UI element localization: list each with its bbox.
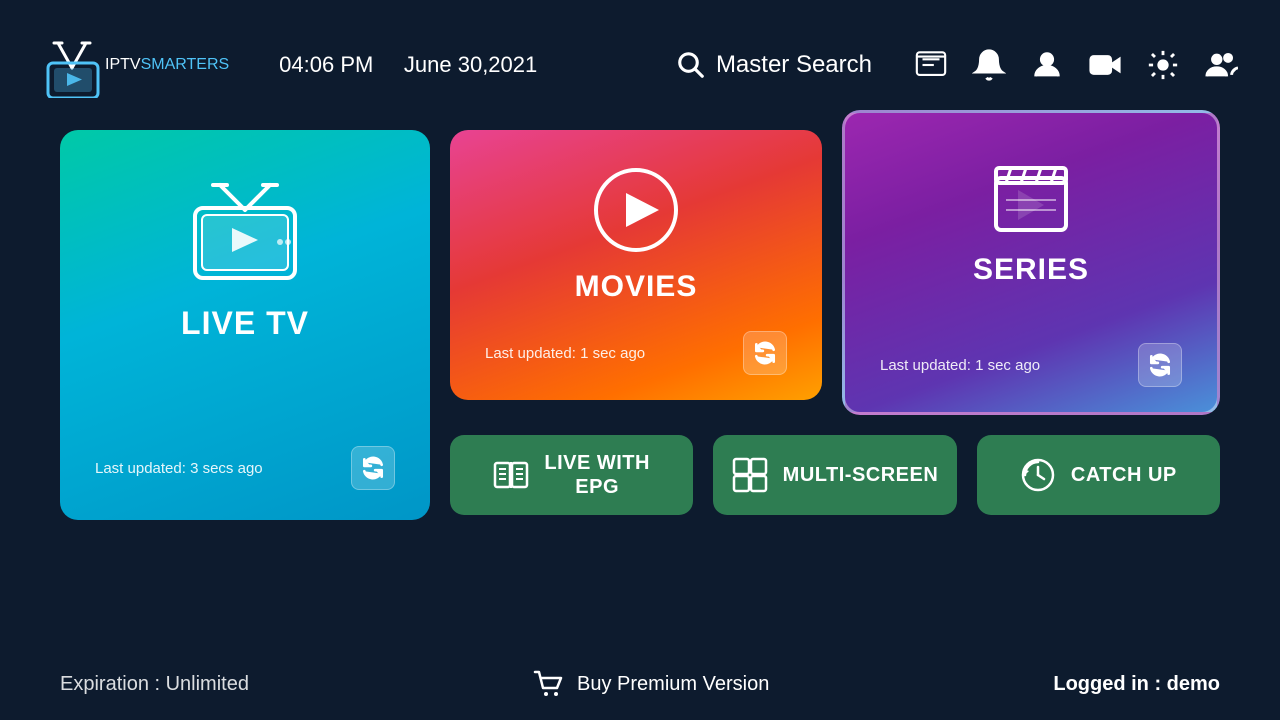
live-tv-icon <box>180 180 310 290</box>
multi-screen-icon <box>732 457 768 493</box>
live-tv-title: LIVE TV <box>181 305 309 342</box>
search-icon <box>676 50 706 80</box>
series-refresh-button[interactable] <box>1138 343 1182 387</box>
catch-up-icon <box>1020 457 1056 493</box>
settings-icon-button[interactable] <box>1144 46 1182 84</box>
notification-icon-button[interactable] <box>970 46 1008 84</box>
svg-text:REC: REC <box>1092 62 1107 70</box>
header-icons: REC <box>912 46 1240 84</box>
live-with-epg-button[interactable]: LIVE WITH EPG <box>450 435 693 515</box>
footer: Expiration : Unlimited Buy Premium Versi… <box>0 668 1280 700</box>
series-card[interactable]: SERIES Last updated: 1 sec ago <box>842 110 1220 415</box>
cards-row: LIVE TV Last updated: 3 secs ago <box>60 130 1220 520</box>
series-title: SERIES <box>973 253 1089 287</box>
datetime: 04:06 PM June 30,2021 <box>279 52 537 78</box>
buy-premium-button[interactable]: Buy Premium Version <box>533 668 769 700</box>
movies-title: MOVIES <box>575 270 698 304</box>
live-tv-icon-area: LIVE TV <box>180 180 310 342</box>
movies-card[interactable]: MOVIES Last updated: 1 sec ago <box>450 130 822 400</box>
cart-icon <box>533 668 565 700</box>
live-epg-icon <box>493 457 529 493</box>
live-tv-last-updated: Last updated: 3 secs ago <box>95 460 263 477</box>
logged-in-info: Logged in : demo <box>1053 673 1220 696</box>
multi-screen-label: MULTI-SCREEN <box>783 464 939 487</box>
movies-refresh-button[interactable] <box>743 331 787 375</box>
live-tv-footer: Last updated: 3 secs ago <box>80 436 410 500</box>
catch-up-label: CATCH UP <box>1071 464 1177 487</box>
series-icon <box>986 148 1076 238</box>
series-icon-area: SERIES <box>973 148 1089 287</box>
logged-in-user: demo <box>1167 673 1220 695</box>
movies-icon-area: MOVIES <box>575 165 698 304</box>
epg-icon-button[interactable] <box>912 46 950 84</box>
buy-premium-label: Buy Premium Version <box>577 673 769 696</box>
expiration-text: Expiration : Unlimited <box>60 673 249 696</box>
logged-in-label: Logged in : <box>1053 673 1166 695</box>
movies-footer: Last updated: 1 sec ago <box>470 321 802 385</box>
multi-screen-button[interactable]: MULTI-SCREEN <box>713 435 956 515</box>
user-icon-button[interactable] <box>1028 46 1066 84</box>
record-icon-button[interactable]: REC <box>1086 46 1124 84</box>
date: June 30,2021 <box>404 52 537 77</box>
top-cards: MOVIES Last updated: 1 sec ago <box>450 130 1220 415</box>
series-footer: Last updated: 1 sec ago <box>865 333 1197 397</box>
logo: IPTVSMARTERS <box>40 33 229 98</box>
series-last-updated: Last updated: 1 sec ago <box>880 357 1040 374</box>
movies-icon <box>591 165 681 255</box>
live-tv-refresh-button[interactable] <box>351 446 395 490</box>
main-content: LIVE TV Last updated: 3 secs ago <box>0 130 1280 520</box>
multiuser-icon-button[interactable] <box>1202 46 1240 84</box>
logo-icon <box>40 33 105 98</box>
movies-last-updated: Last updated: 1 sec ago <box>485 345 645 362</box>
live-epg-label: LIVE WITH EPG <box>544 451 650 499</box>
logo-text: IPTVSMARTERS <box>105 56 229 74</box>
search-bar[interactable]: Master Search <box>676 50 872 80</box>
bottom-buttons: LIVE WITH EPG MULTI-SCREEN <box>450 435 1220 515</box>
right-column: MOVIES Last updated: 1 sec ago <box>450 130 1220 515</box>
live-tv-card[interactable]: LIVE TV Last updated: 3 secs ago <box>60 130 430 520</box>
catch-up-button[interactable]: CATCH UP <box>977 435 1220 515</box>
search-label: Master Search <box>716 51 872 79</box>
time: 04:06 PM <box>279 52 373 77</box>
